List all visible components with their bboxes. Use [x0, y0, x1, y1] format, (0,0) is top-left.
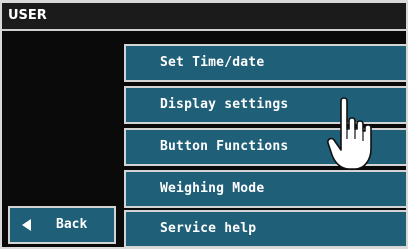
weighing-mode-label: Weighing Mode: [160, 181, 265, 196]
button-functions-label: Button Functions: [160, 139, 289, 154]
page-title: USER: [8, 8, 47, 23]
hand-pointer-icon: [327, 97, 372, 170]
back-label: Back: [56, 217, 88, 232]
service-help-button[interactable]: Service help: [124, 210, 406, 247]
left-arrow-icon: [22, 219, 31, 231]
set-time-date-button[interactable]: Set Time/date: [124, 44, 406, 82]
display-settings-label: Display settings: [160, 97, 289, 112]
set-time-date-label: Set Time/date: [160, 55, 265, 70]
weighing-mode-button[interactable]: Weighing Mode: [124, 170, 406, 208]
service-help-label: Service help: [160, 221, 257, 236]
back-button[interactable]: Back: [8, 206, 116, 244]
title-bar: USER: [2, 3, 406, 31]
